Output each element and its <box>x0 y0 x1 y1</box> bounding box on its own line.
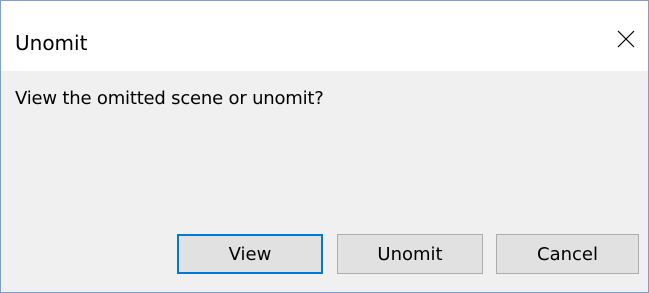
view-button[interactable]: View <box>177 234 323 274</box>
window-title: Unomit <box>15 31 88 55</box>
cancel-button[interactable]: Cancel <box>496 234 639 274</box>
unomit-button[interactable]: Unomit <box>337 234 483 274</box>
title-bar: Unomit <box>1 1 648 71</box>
unomit-dialog: Unomit View the omitted scene or unomit?… <box>0 0 649 293</box>
close-button[interactable] <box>604 17 648 61</box>
close-icon <box>617 30 635 48</box>
dialog-message: View the omitted scene or unomit? <box>15 88 324 109</box>
